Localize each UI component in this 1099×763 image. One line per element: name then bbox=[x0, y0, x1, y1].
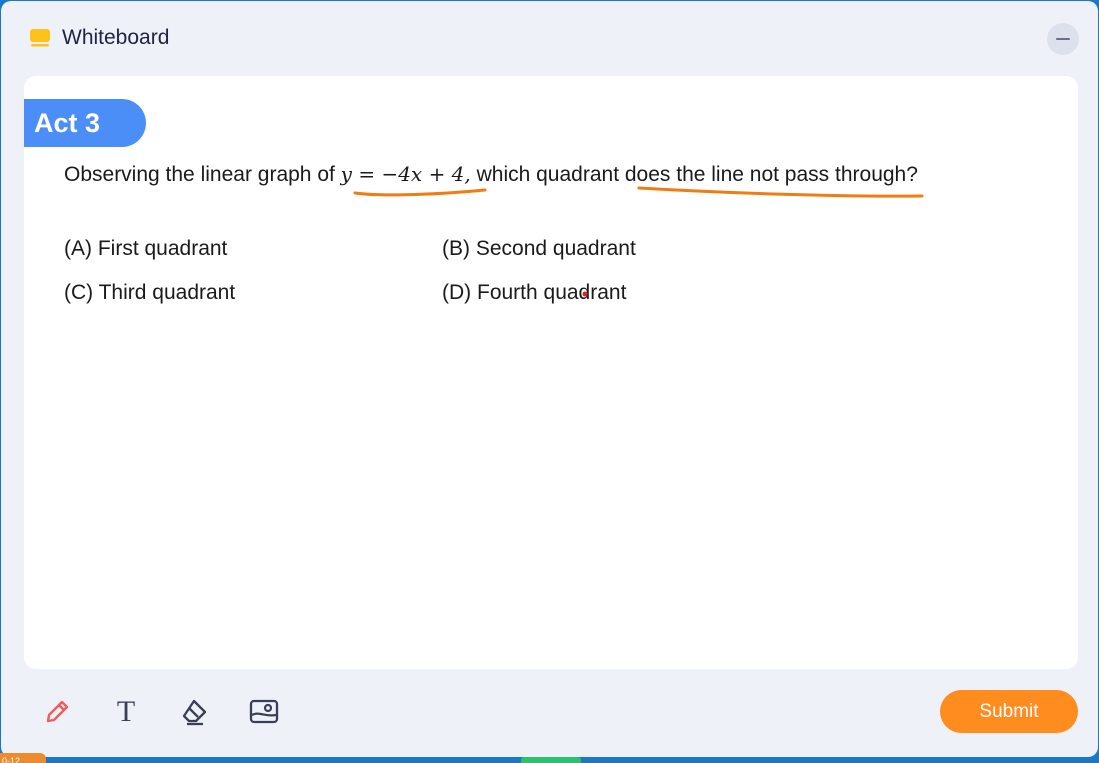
question-board: Act 3 Observing the linear graph of y = … bbox=[24, 76, 1078, 669]
whiteboard-icon bbox=[30, 29, 50, 47]
image-icon bbox=[249, 699, 279, 724]
activity-badge: Act 3 bbox=[24, 99, 146, 147]
text-tool[interactable]: T bbox=[107, 693, 145, 731]
eraser-icon bbox=[182, 699, 207, 726]
question-equation: y = −4x + 4, bbox=[340, 162, 471, 186]
question-suffix: which quadrant does the line not pass th… bbox=[470, 163, 918, 186]
text-icon: T bbox=[116, 695, 136, 728]
image-tool[interactable] bbox=[245, 693, 283, 731]
title-bar: Whiteboard bbox=[1, 1, 1098, 73]
eraser-tool[interactable] bbox=[176, 693, 214, 731]
pencil-tool[interactable] bbox=[38, 693, 76, 731]
option-a[interactable]: (A) First quadrant bbox=[64, 237, 227, 261]
taskbar-indicator bbox=[521, 757, 581, 763]
option-c[interactable]: (C) Third quadrant bbox=[64, 281, 235, 305]
taskbar-tag: 0-12 bbox=[0, 753, 46, 763]
option-d[interactable]: (D) Fourth quadrant bbox=[442, 281, 626, 305]
submit-button[interactable]: Submit bbox=[940, 690, 1078, 733]
underline-phrase bbox=[637, 186, 924, 198]
whiteboard-window: Whiteboard Act 3 Observing the linear gr… bbox=[1, 1, 1098, 757]
question-text: Observing the linear graph of y = −4x + … bbox=[64, 162, 918, 187]
pencil-icon bbox=[46, 700, 69, 723]
app-title: Whiteboard bbox=[62, 26, 170, 49]
underline-equation bbox=[353, 188, 487, 197]
minimize-button[interactable] bbox=[1047, 23, 1079, 55]
question-prefix: Observing the linear graph of bbox=[64, 163, 341, 186]
option-b[interactable]: (B) Second quadrant bbox=[442, 237, 636, 261]
